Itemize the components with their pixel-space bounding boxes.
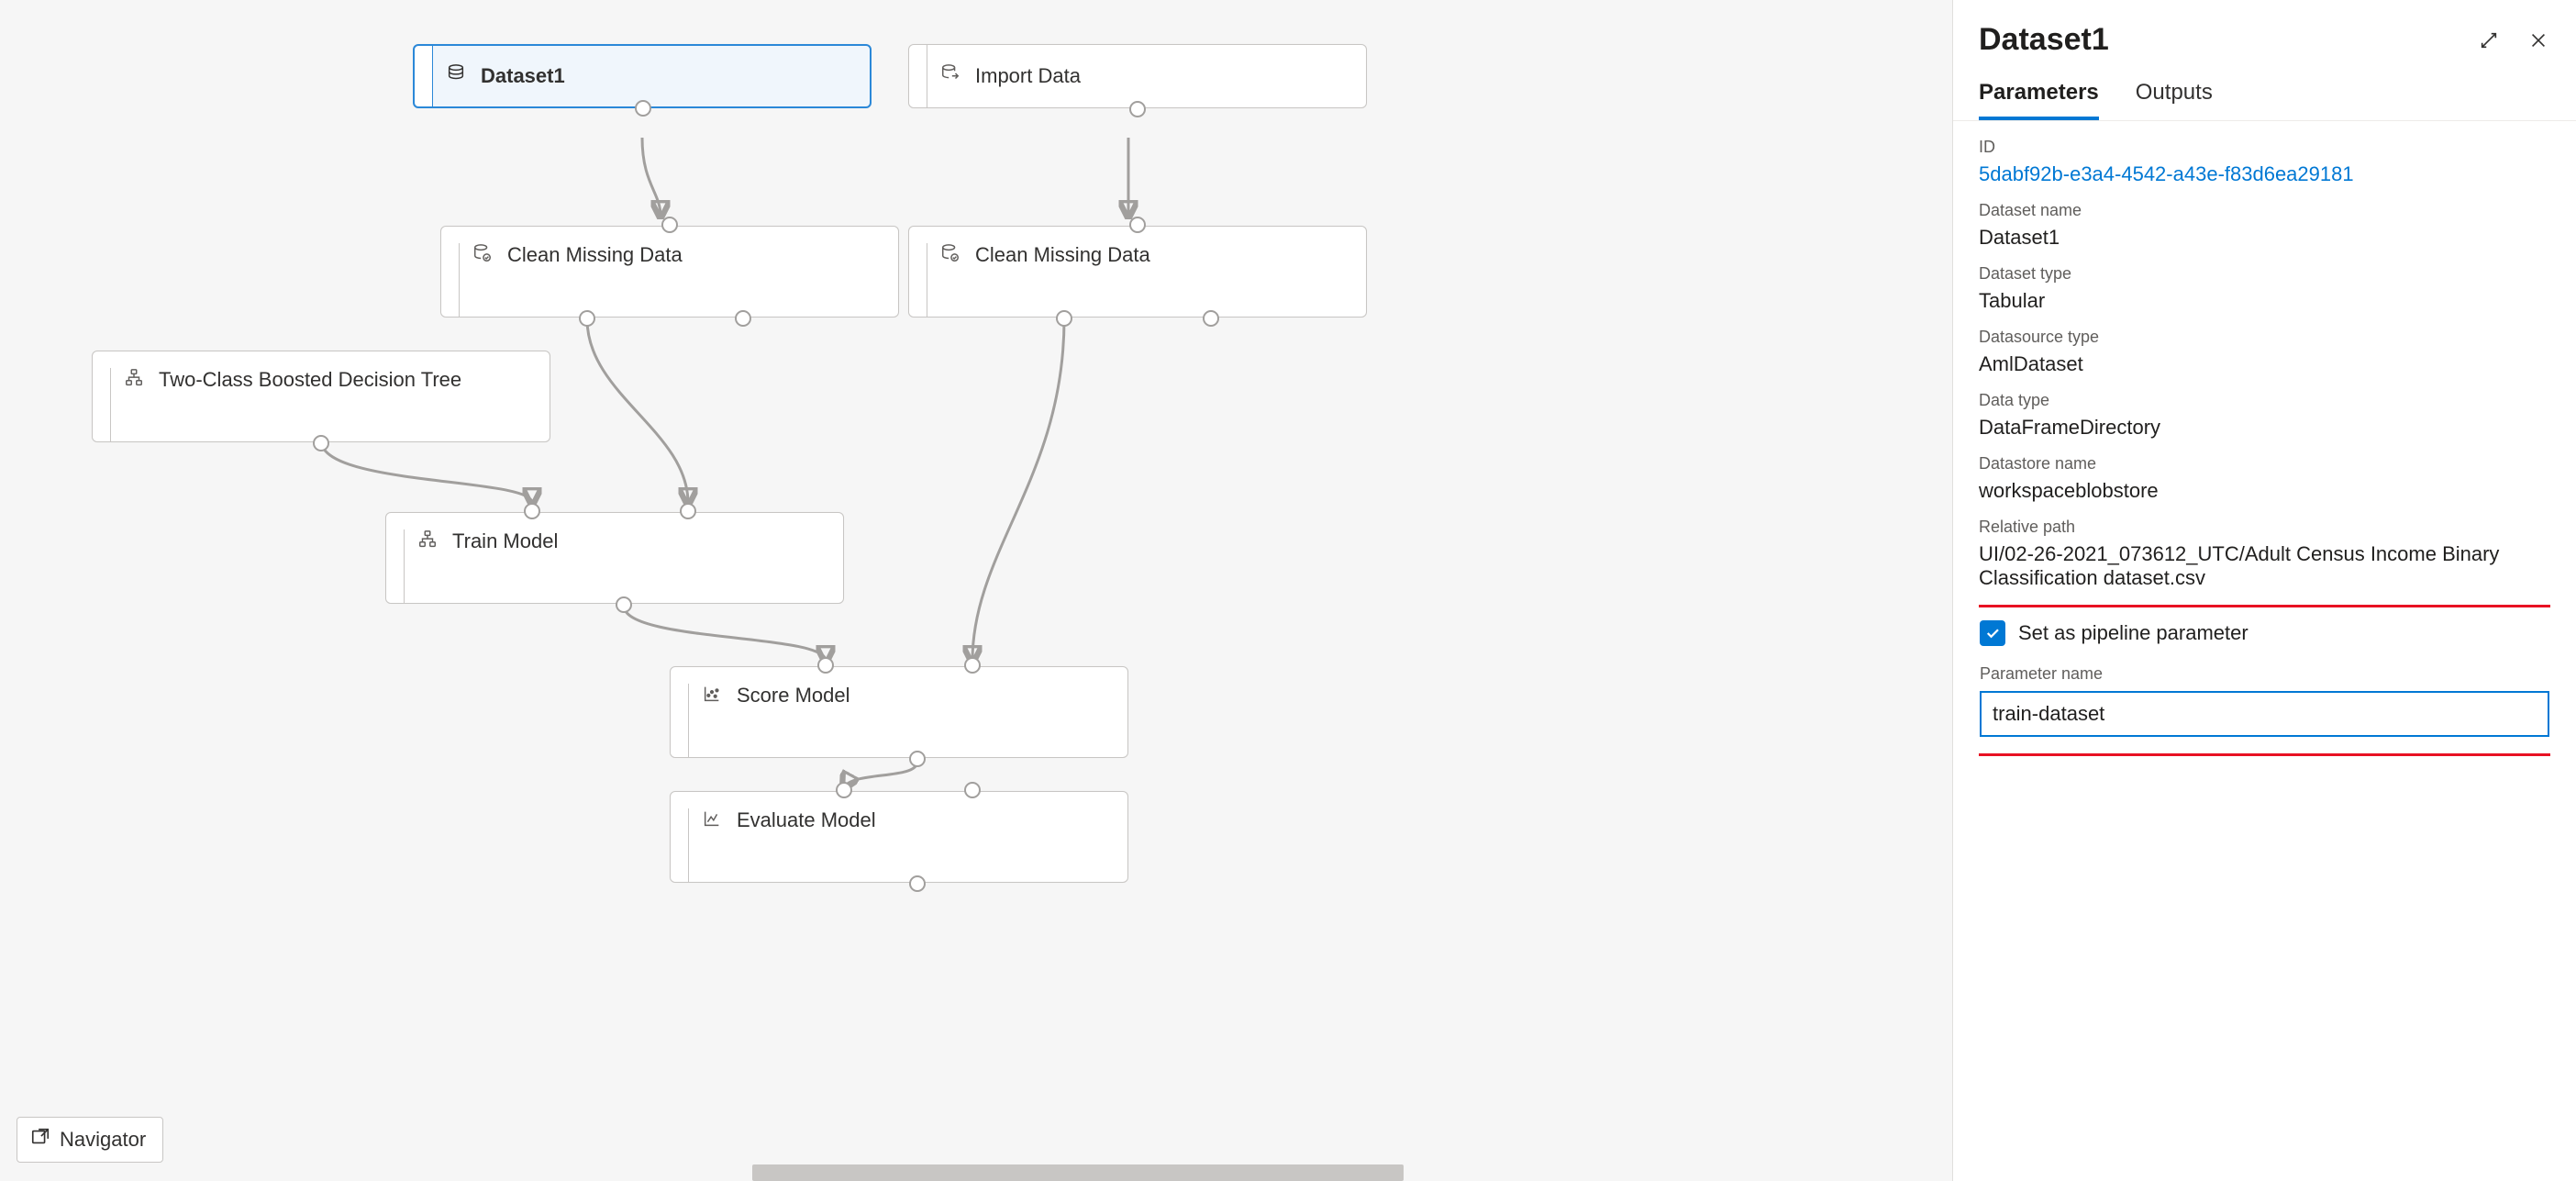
prop-label: Datasource type bbox=[1979, 328, 2550, 347]
clean-data-icon bbox=[471, 243, 494, 269]
prop-label: Relative path bbox=[1979, 518, 2550, 537]
tree-icon bbox=[122, 368, 146, 394]
output-port[interactable] bbox=[1129, 101, 1146, 117]
prop-datasource-type: Datasource type AmlDataset bbox=[1979, 328, 2550, 376]
set-as-pipeline-parameter-row[interactable]: Set as pipeline parameter bbox=[1980, 620, 2549, 646]
panel-title: Dataset1 bbox=[1979, 22, 2109, 58]
prop-id: ID 5dabf92b-e3a4-4542-a43e-f83d6ea29181 bbox=[1979, 138, 2550, 186]
node-evaluate-model[interactable]: Evaluate Model bbox=[670, 791, 1128, 883]
tab-parameters[interactable]: Parameters bbox=[1979, 74, 2099, 120]
prop-value: Tabular bbox=[1979, 289, 2550, 313]
close-icon[interactable] bbox=[2526, 28, 2550, 52]
checkbox-checked-icon[interactable] bbox=[1980, 620, 2005, 646]
node-handle[interactable] bbox=[671, 684, 689, 757]
node-dataset1[interactable]: Dataset1 bbox=[413, 44, 872, 108]
node-train-model[interactable]: Train Model bbox=[385, 512, 844, 604]
output-port-2[interactable] bbox=[1203, 310, 1219, 327]
checkbox-label: Set as pipeline parameter bbox=[2018, 621, 2248, 645]
prop-value: workspaceblobstore bbox=[1979, 479, 2550, 503]
input-port-2[interactable] bbox=[964, 657, 981, 674]
node-handle[interactable] bbox=[671, 808, 689, 882]
parameter-name-label: Parameter name bbox=[1980, 664, 2549, 684]
train-icon bbox=[416, 529, 439, 555]
parameter-name-input[interactable] bbox=[1980, 691, 2549, 737]
output-port-2[interactable] bbox=[735, 310, 751, 327]
chart-icon bbox=[700, 808, 724, 834]
node-score-model[interactable]: Score Model bbox=[670, 666, 1128, 758]
expand-icon[interactable] bbox=[2477, 28, 2501, 52]
output-port[interactable] bbox=[635, 100, 651, 117]
node-label: Two-Class Boosted Decision Tree bbox=[159, 368, 461, 392]
panel-body: ID 5dabf92b-e3a4-4542-a43e-f83d6ea29181 … bbox=[1979, 138, 2550, 1181]
node-label: Dataset1 bbox=[481, 64, 565, 88]
output-port[interactable] bbox=[616, 596, 632, 613]
navigator-button[interactable]: Navigator bbox=[17, 1117, 163, 1163]
node-clean-missing-left[interactable]: Clean Missing Data bbox=[440, 226, 899, 318]
prop-dataset-type: Dataset type Tabular bbox=[1979, 264, 2550, 313]
input-port-1[interactable] bbox=[524, 503, 540, 519]
prop-relative-path: Relative path UI/02-26-2021_073612_UTC/A… bbox=[1979, 518, 2550, 590]
pipeline-parameter-section: Set as pipeline parameter Parameter name bbox=[1979, 605, 2550, 756]
scatter-icon bbox=[700, 684, 724, 709]
output-port[interactable] bbox=[909, 751, 926, 767]
prop-label: Data type bbox=[1979, 391, 2550, 410]
node-label: Clean Missing Data bbox=[975, 243, 1150, 267]
input-port-1[interactable] bbox=[817, 657, 834, 674]
navigator-icon bbox=[30, 1127, 50, 1153]
node-handle[interactable] bbox=[909, 45, 927, 107]
prop-value: DataFrameDirectory bbox=[1979, 416, 2550, 440]
output-port[interactable] bbox=[909, 875, 926, 892]
output-port[interactable] bbox=[313, 435, 329, 451]
output-port-1[interactable] bbox=[1056, 310, 1072, 327]
prop-data-type: Data type DataFrameDirectory bbox=[1979, 391, 2550, 440]
prop-label: Dataset type bbox=[1979, 264, 2550, 284]
node-handle[interactable] bbox=[415, 46, 433, 106]
prop-datastore-name: Datastore name workspaceblobstore bbox=[1979, 454, 2550, 503]
prop-value: UI/02-26-2021_073612_UTC/Adult Census In… bbox=[1979, 542, 2550, 590]
pipeline-canvas[interactable]: Dataset1 Import Data Clean Missing Data bbox=[0, 0, 1952, 1181]
node-label: Evaluate Model bbox=[737, 808, 876, 832]
node-clean-missing-right[interactable]: Clean Missing Data bbox=[908, 226, 1367, 318]
input-port-1[interactable] bbox=[836, 782, 852, 798]
output-port-1[interactable] bbox=[579, 310, 595, 327]
node-label: Clean Missing Data bbox=[507, 243, 683, 267]
prop-value: AmlDataset bbox=[1979, 352, 2550, 376]
node-label: Score Model bbox=[737, 684, 850, 707]
node-handle[interactable] bbox=[441, 243, 460, 317]
input-port[interactable] bbox=[1129, 217, 1146, 233]
edges-layer bbox=[0, 0, 1952, 1181]
input-port-2[interactable] bbox=[680, 503, 696, 519]
node-handle[interactable] bbox=[93, 368, 111, 441]
horizontal-scrollbar[interactable] bbox=[752, 1164, 1404, 1181]
node-import-data[interactable]: Import Data bbox=[908, 44, 1367, 108]
prop-label: Datastore name bbox=[1979, 454, 2550, 474]
navigator-label: Navigator bbox=[60, 1128, 146, 1152]
input-port-2[interactable] bbox=[964, 782, 981, 798]
node-handle[interactable] bbox=[909, 243, 927, 317]
prop-value: Dataset1 bbox=[1979, 226, 2550, 250]
node-handle[interactable] bbox=[386, 529, 405, 603]
prop-label: Dataset name bbox=[1979, 201, 2550, 220]
node-two-class-tree[interactable]: Two-Class Boosted Decision Tree bbox=[92, 351, 550, 442]
clean-data-icon bbox=[938, 243, 962, 269]
node-label: Import Data bbox=[975, 64, 1081, 88]
input-port[interactable] bbox=[661, 217, 678, 233]
properties-panel: Dataset1 Parameters Outputs ID 5dabf92b-… bbox=[1952, 0, 2576, 1181]
database-icon bbox=[444, 63, 468, 89]
prop-label: ID bbox=[1979, 138, 2550, 157]
prop-dataset-name: Dataset name Dataset1 bbox=[1979, 201, 2550, 250]
panel-tabs: Parameters Outputs bbox=[1953, 74, 2576, 121]
prop-value-link[interactable]: 5dabf92b-e3a4-4542-a43e-f83d6ea29181 bbox=[1979, 162, 2550, 186]
tab-outputs[interactable]: Outputs bbox=[2136, 74, 2213, 120]
node-label: Train Model bbox=[452, 529, 558, 553]
database-import-icon bbox=[938, 63, 962, 89]
panel-header: Dataset1 bbox=[1979, 22, 2550, 58]
